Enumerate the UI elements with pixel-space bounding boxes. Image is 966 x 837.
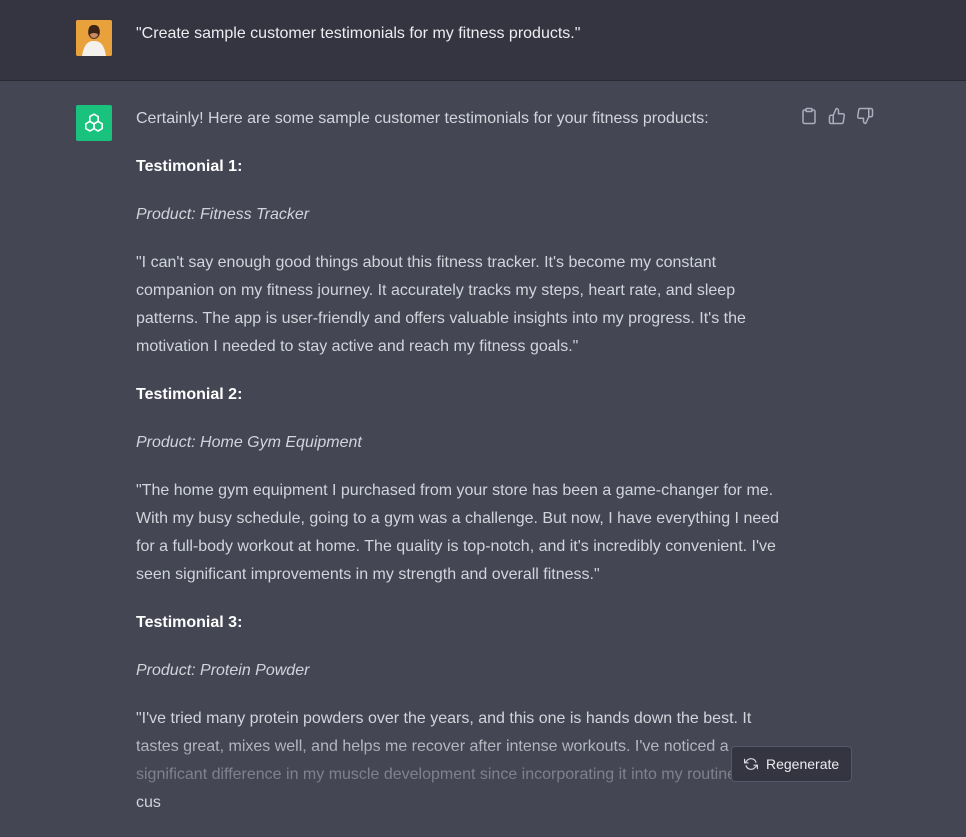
testimonial-heading: Testimonial 3: [136, 614, 243, 631]
user-message-row: "Create sample customer testimonials for… [0, 0, 966, 81]
assistant-message-body: Certainly! Here are some sample customer… [136, 105, 796, 837]
assistant-intro: Certainly! Here are some sample customer… [136, 110, 709, 127]
testimonial-product: Product: Protein Powder [136, 662, 310, 679]
regenerate-button[interactable]: Regenerate [731, 746, 853, 782]
thumbs-up-icon[interactable] [828, 107, 846, 125]
testimonial-product: Product: Fitness Tracker [136, 206, 310, 223]
testimonial-product: Product: Home Gym Equipment [136, 434, 362, 451]
testimonial-heading: Testimonial 1: [136, 158, 243, 175]
testimonial-quote: "I've tried many protein powders over th… [136, 710, 780, 811]
testimonial-quote: "The home gym equipment I purchased from… [136, 482, 780, 583]
testimonial-quote: "I can't say enough good things about th… [136, 254, 746, 355]
user-avatar [76, 20, 112, 56]
refresh-icon [744, 758, 758, 770]
message-actions [800, 107, 874, 125]
clipboard-icon[interactable] [800, 107, 818, 125]
assistant-message-row: Certainly! Here are some sample customer… [0, 81, 966, 811]
thumbs-down-icon[interactable] [856, 107, 874, 125]
regenerate-label: Regenerate [766, 756, 840, 772]
chatgpt-logo-icon [76, 105, 112, 141]
user-message-text: "Create sample customer testimonials for… [136, 25, 581, 42]
testimonial-heading: Testimonial 2: [136, 386, 243, 403]
